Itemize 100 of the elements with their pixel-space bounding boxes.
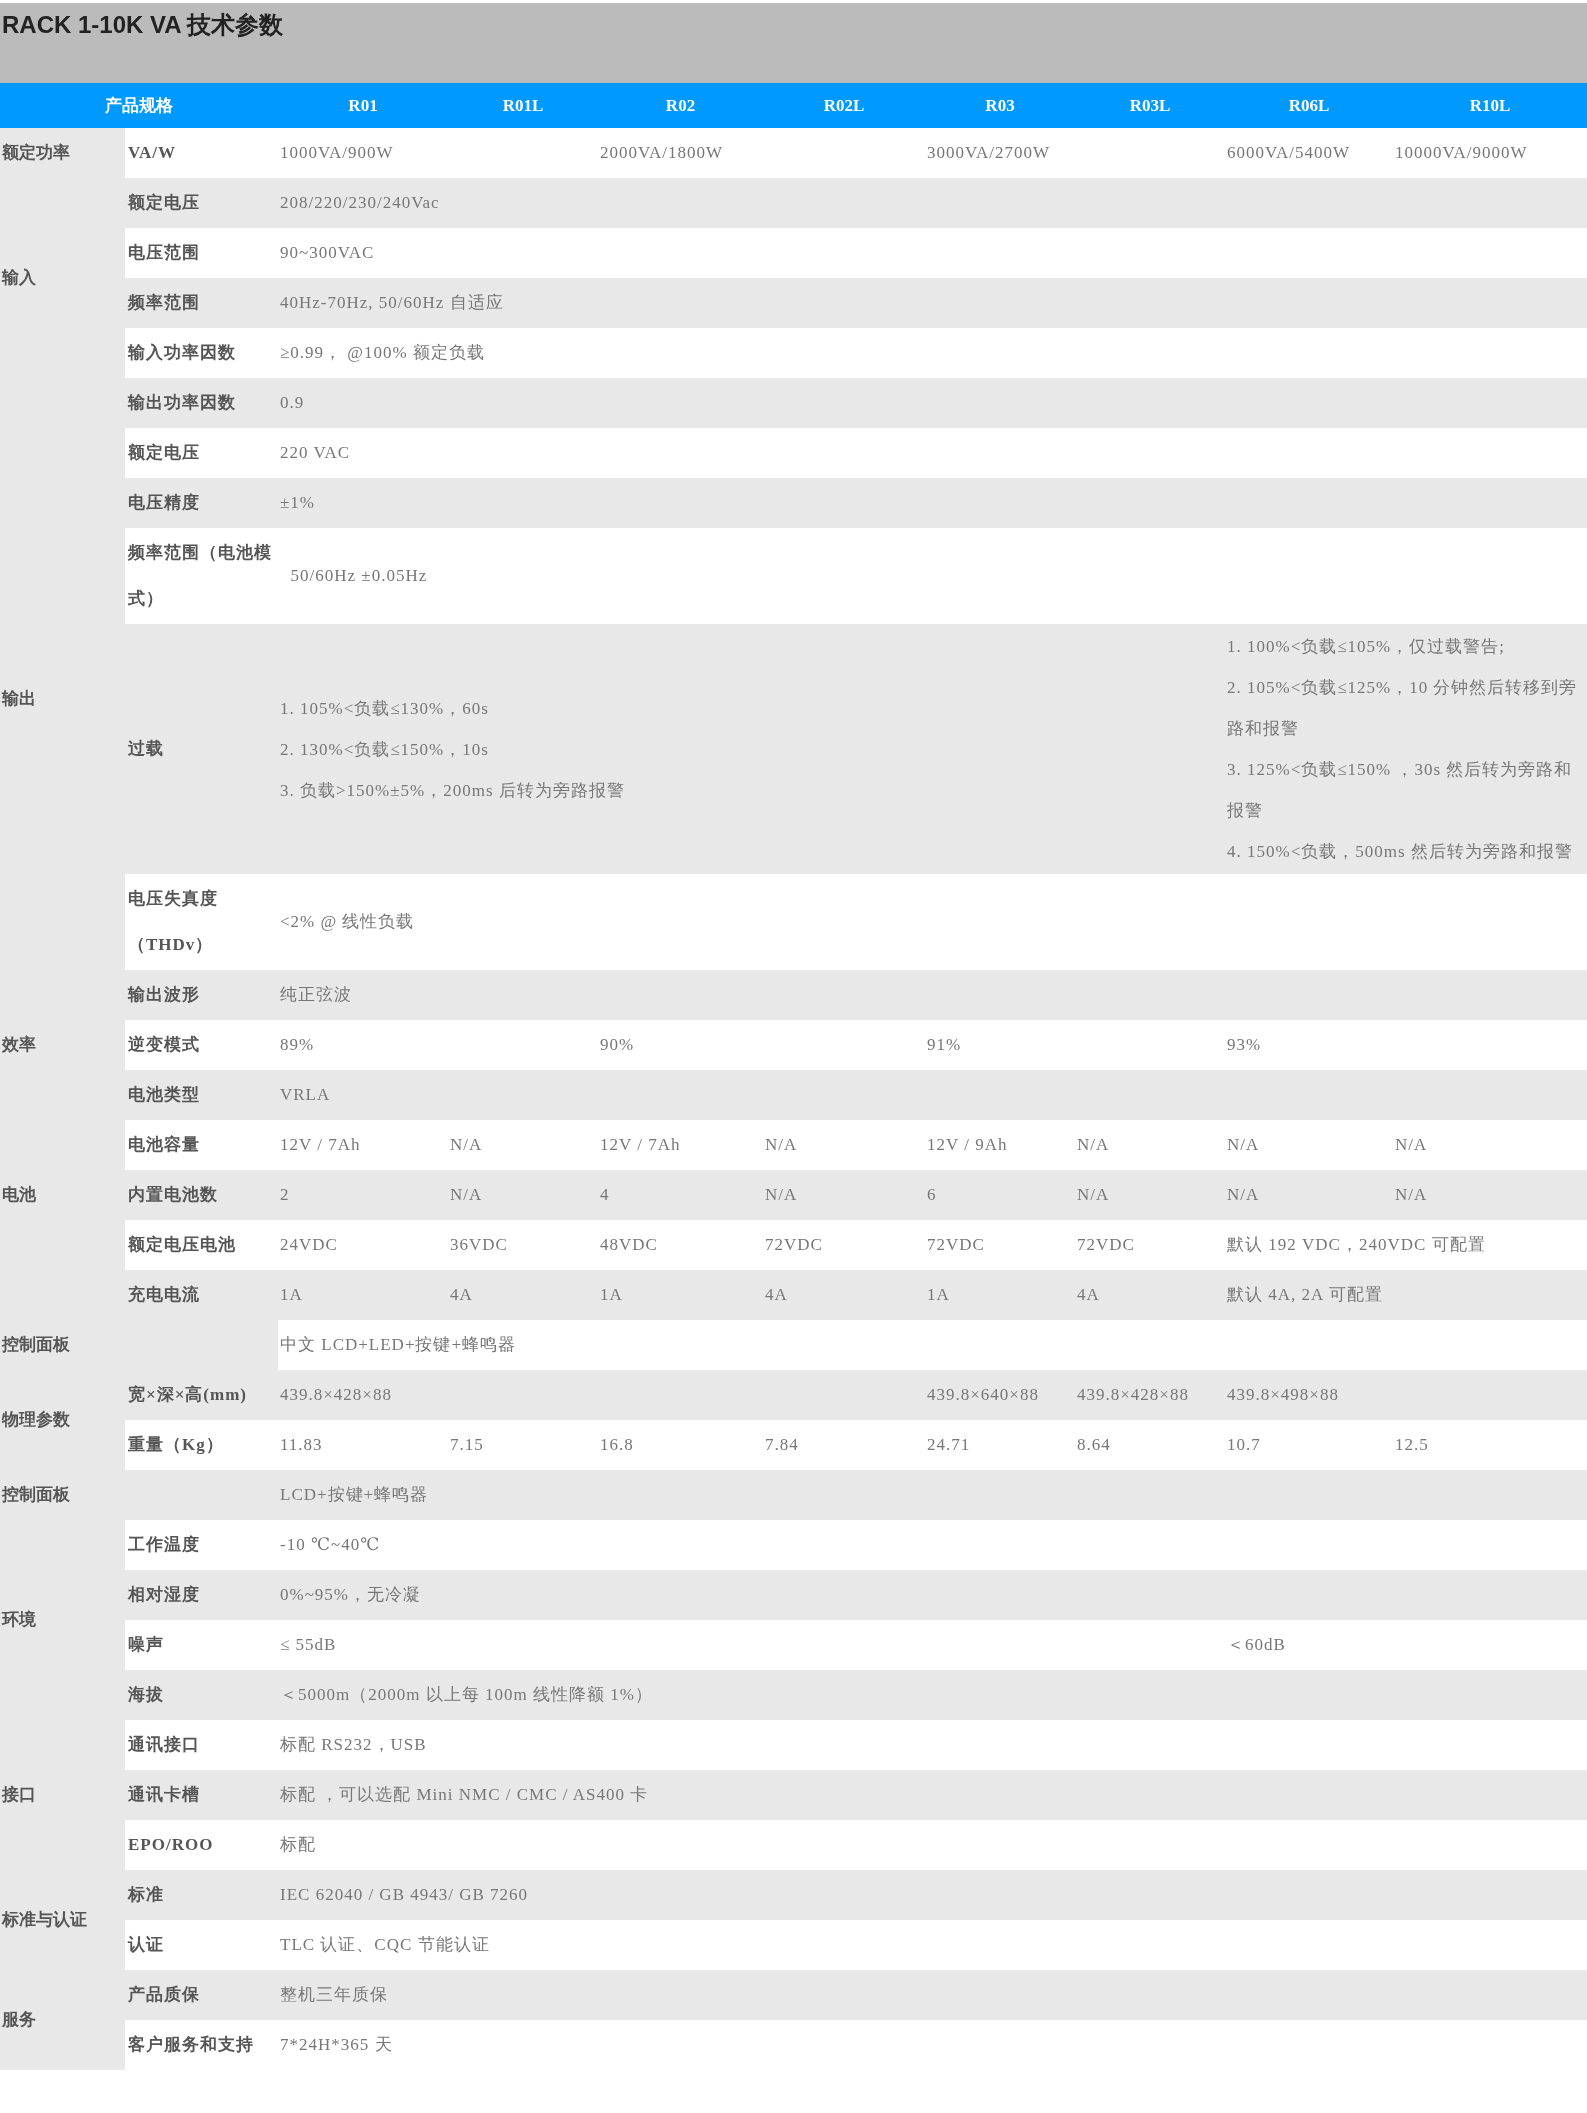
category-cell: 环境 [0, 1520, 125, 1720]
table-cell: 7.15 [448, 1420, 598, 1470]
table-cell: VRLA [278, 1070, 1587, 1120]
table-cell: 12V / 7Ah [278, 1120, 448, 1170]
table-cell: 12V / 7Ah [598, 1120, 763, 1170]
table-cell: 439.8×428×88 [278, 1370, 925, 1420]
page-title: RACK 1-10K VA 技术参数 [2, 10, 285, 40]
column-header: R03L [1075, 83, 1225, 128]
category-cell: 控制面板 [0, 1320, 278, 1370]
table-cell: 12V / 9Ah [925, 1120, 1075, 1170]
table-cell: 16.8 [598, 1420, 763, 1470]
category-cell: 额定功率 [0, 128, 125, 178]
table-cell: 4A [763, 1270, 925, 1320]
row-label: 工作温度 [125, 1520, 278, 1570]
table-cell: TLC 认证、CQC 节能认证 [278, 1920, 1587, 1970]
table-cell: N/A [448, 1120, 598, 1170]
list-item: 1. 105%<负载≤130%，60s [280, 697, 490, 720]
row-label: 重量（Kg） [125, 1420, 278, 1470]
row-label: 额定电压 [125, 178, 278, 228]
column-header: R01 [278, 83, 448, 128]
table-cell: LCD+按键+蜂鸣器 [278, 1470, 1587, 1520]
row-label: 额定电压电池 [125, 1220, 278, 1270]
table-cell: 默认 4A, 2A 可配置 [1225, 1270, 1587, 1320]
row-label: 内置电池数 [125, 1170, 278, 1220]
table-cell: N/A [1225, 1170, 1393, 1220]
list-item: 2. 130%<负载≤150%，10s [280, 738, 490, 761]
table-cell: 72VDC [1075, 1220, 1225, 1270]
column-header: R06L [1225, 83, 1393, 128]
table-cell: N/A [1075, 1120, 1225, 1170]
row-label: 频率范围 [125, 278, 278, 328]
table-cell: 90~300VAC [278, 228, 1587, 278]
row-label: 电池容量 [125, 1120, 278, 1170]
table-cell: 2 [278, 1170, 448, 1220]
row-label: 电压失真度（THDv） [125, 874, 278, 970]
table-cell: N/A [1225, 1120, 1393, 1170]
table-cell: 40Hz-70Hz, 50/60Hz 自适应 [278, 278, 1587, 328]
table-cell: 默认 192 VDC，240VDC 可配置 [1225, 1220, 1587, 1270]
category-cell: 标准与认证 [0, 1870, 125, 1970]
table-cell: 439.8×498×88 [1225, 1370, 1587, 1420]
table-cell: IEC 62040 / GB 4943/ GB 7260 [278, 1870, 1587, 1920]
table-cell: 91% [925, 1020, 1225, 1070]
table-cell: 整机三年质保 [278, 1970, 1587, 2020]
category-cell: 服务 [0, 1970, 125, 2070]
table-cell: 标配 ，可以选配 Mini NMC / CMC / AS400 卡 [278, 1770, 1587, 1820]
column-header: R03 [925, 83, 1075, 128]
table-cell: 12.5 [1393, 1420, 1587, 1470]
table-cell: 89% [278, 1020, 598, 1070]
list-item: 1. 100%<负载≤105%，仅过载警告; [1227, 636, 1506, 658]
table-cell: N/A [763, 1170, 925, 1220]
table-cell: 10.7 [1225, 1420, 1393, 1470]
row-label: VA/W [125, 128, 278, 178]
row-label: 相对湿度 [125, 1570, 278, 1620]
table-cell: 1A [278, 1270, 448, 1320]
table-cell: 439.8×428×88 [1075, 1370, 1225, 1420]
row-label: EPO/ROO [125, 1820, 278, 1870]
table-cell: 48VDC [598, 1220, 763, 1270]
table-cell: 208/220/230/240Vac [278, 178, 1587, 228]
category-cell: 输出 [0, 378, 125, 1020]
table-cell: 4 [598, 1170, 763, 1220]
column-header: 产品规格 [0, 83, 278, 128]
row-label: 通讯卡槽 [125, 1770, 278, 1820]
table-cell: 8.64 [1075, 1420, 1225, 1470]
row-label: 输入功率因数 [125, 328, 278, 378]
table-cell: 标配 [278, 1820, 1587, 1870]
table-cell: 2000VA/1800W [598, 128, 925, 178]
row-label: 输出功率因数 [125, 378, 278, 428]
row-label: 认证 [125, 1920, 278, 1970]
table-cell: 72VDC [925, 1220, 1075, 1270]
category-cell: 输入 [0, 178, 125, 378]
column-header: R02L [763, 83, 925, 128]
table-cell: 标配 RS232，USB [278, 1720, 1587, 1770]
table-cell: ＜5000m（2000m 以上每 100m 线性降额 1%） [278, 1670, 1587, 1720]
category-cell: 效率 [0, 1020, 125, 1070]
table-cell: ≤ 55dB [278, 1620, 1225, 1670]
row-label: 输出波形 [125, 970, 278, 1020]
table-cell: 3000VA/2700W [925, 128, 1225, 178]
table-cell: 6000VA/5400W [1225, 128, 1393, 178]
list-item: 4. 150%<负载，500ms 然后转为旁路和报警 [1227, 841, 1574, 863]
table-cell: 220 VAC [278, 428, 1587, 478]
table-cell: 0.9 [278, 378, 1587, 428]
table-cell: 10000VA/9000W [1393, 128, 1587, 178]
table-cell: 24VDC [278, 1220, 448, 1270]
row-label: 充电电流 [125, 1270, 278, 1320]
row-label: 客户服务和支持 [125, 2020, 278, 2070]
table-cell: ＜60dB [1225, 1620, 1587, 1670]
row-label: 宽×深×高(mm) [125, 1370, 278, 1420]
row-label: 频率范围（电池模式） [125, 528, 278, 624]
row-label: 额定电压 [125, 428, 278, 478]
table-cell: N/A [448, 1170, 598, 1220]
list-item: 3. 125%<负载≤150% ，30s 然后转为旁路和报警 [1227, 759, 1574, 822]
category-cell: 接口 [0, 1720, 125, 1870]
table-cell: 纯正弦波 [278, 970, 1587, 1020]
table-cell: 439.8×640×88 [925, 1370, 1075, 1420]
table-cell: 93% [1225, 1020, 1587, 1070]
table-cell: N/A [1393, 1170, 1587, 1220]
table-cell: 0%~95%，无冷凝 [278, 1570, 1587, 1620]
row-label: 电池类型 [125, 1070, 278, 1120]
table-cell: N/A [763, 1120, 925, 1170]
column-header: R10L [1393, 83, 1587, 128]
table-cell: <2% @ 线性负载 [278, 874, 1587, 970]
